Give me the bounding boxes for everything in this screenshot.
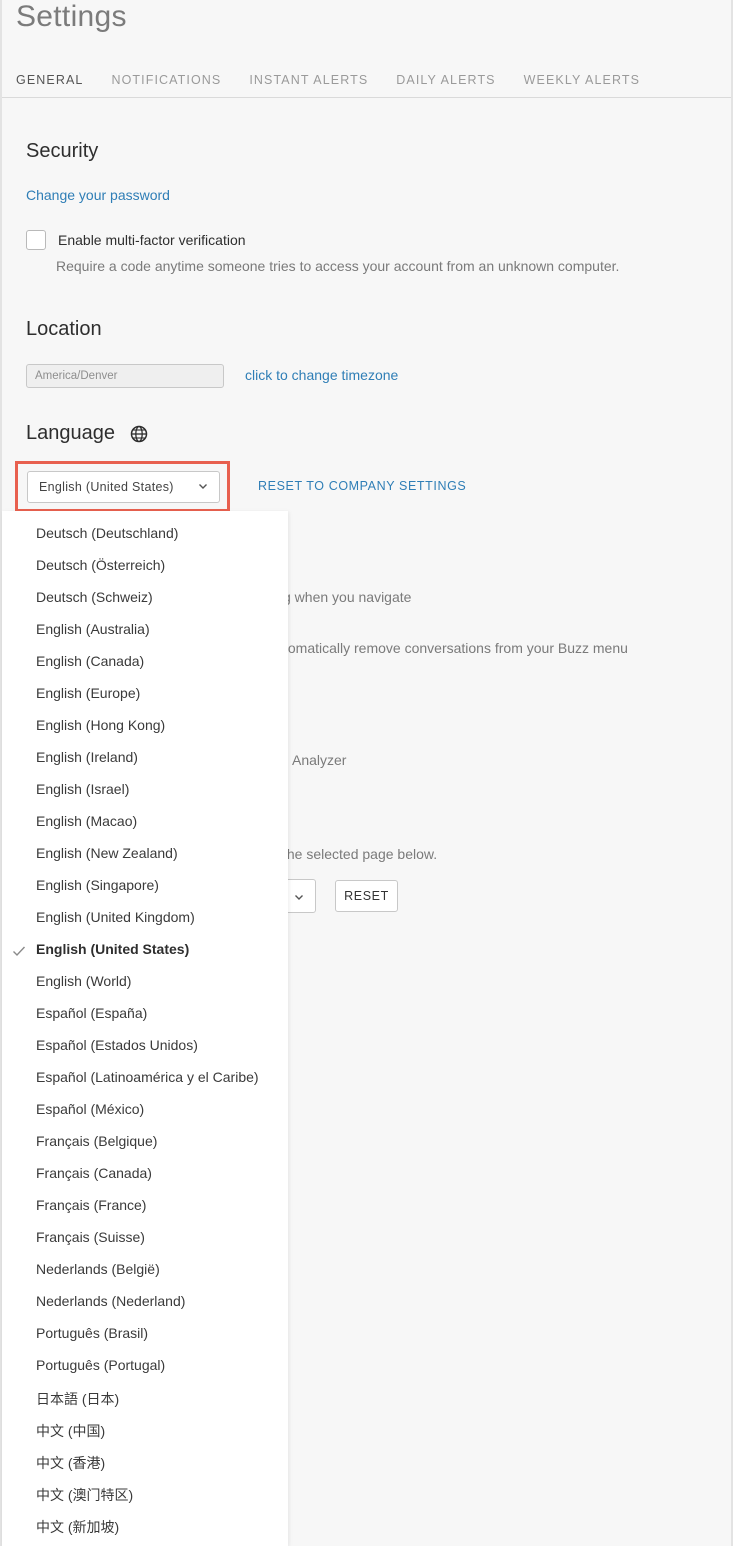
- language-option[interactable]: Nederlands (Nederland): [36, 1293, 185, 1309]
- language-option[interactable]: Español (Estados Unidos): [36, 1037, 198, 1053]
- language-option[interactable]: English (Europe): [36, 685, 140, 701]
- tab-daily-alerts[interactable]: DAILY ALERTS: [396, 73, 495, 87]
- language-heading: Language: [26, 422, 115, 444]
- location-heading: Location: [26, 318, 102, 340]
- tab-notifications[interactable]: NOTIFICATIONS: [111, 73, 221, 87]
- language-option[interactable]: English (Canada): [36, 653, 144, 669]
- obscured-analyzer-text: Analyzer: [292, 752, 347, 768]
- globe-icon: [130, 425, 148, 443]
- language-option[interactable]: English (Singapore): [36, 877, 159, 893]
- timezone-field: America/Denver: [26, 364, 224, 388]
- language-option[interactable]: Nederlands (België): [36, 1261, 160, 1277]
- mfa-checkbox[interactable]: [26, 230, 46, 250]
- language-option[interactable]: English (Macao): [36, 813, 137, 829]
- tab-instant-alerts[interactable]: INSTANT ALERTS: [249, 73, 368, 87]
- change-password-link[interactable]: Change your password: [26, 187, 170, 203]
- mfa-label: Enable multi-factor verification: [58, 232, 246, 248]
- language-option[interactable]: Português (Portugal): [36, 1357, 165, 1373]
- language-select-value: English (United States): [39, 480, 174, 494]
- change-timezone-link[interactable]: click to change timezone: [245, 367, 398, 383]
- language-option[interactable]: Français (France): [36, 1197, 146, 1213]
- checkmark-icon: [13, 946, 26, 957]
- security-heading: Security: [26, 140, 99, 162]
- language-option[interactable]: English (United Kingdom): [36, 909, 195, 925]
- language-option[interactable]: Français (Belgique): [36, 1133, 157, 1149]
- language-option[interactable]: 中文 (香港): [36, 1453, 105, 1473]
- language-option[interactable]: English (New Zealand): [36, 845, 178, 861]
- language-option[interactable]: Português (Brasil): [36, 1325, 148, 1341]
- chevron-down-icon: [295, 895, 303, 900]
- language-option[interactable]: Deutsch (Schweiz): [36, 589, 153, 605]
- obscured-selected-page-text: the selected page below.: [283, 846, 438, 862]
- language-option[interactable]: Español (México): [36, 1101, 144, 1117]
- tab-weekly-alerts[interactable]: WEEKLY ALERTS: [524, 73, 640, 87]
- language-option[interactable]: Español (España): [36, 1005, 147, 1021]
- language-option[interactable]: English (United States): [36, 941, 189, 957]
- language-option[interactable]: Deutsch (Deutschland): [36, 525, 178, 541]
- language-option[interactable]: Español (Latinoamérica y el Caribe): [36, 1069, 259, 1085]
- reset-company-settings-link[interactable]: RESET TO COMPANY SETTINGS: [258, 479, 466, 493]
- tab-divider: [2, 97, 731, 98]
- language-dropdown-menu: Deutsch (Deutschland) Deutsch (Österreich…: [2, 511, 288, 1546]
- language-option[interactable]: English (Australia): [36, 621, 150, 637]
- obscured-buzz-text: tomatically remove conversations from yo…: [284, 640, 628, 656]
- language-option[interactable]: 日本語 (日本): [36, 1389, 119, 1409]
- obscured-navigate-text: g when you navigate: [283, 589, 412, 605]
- page-title: Settings: [16, 0, 127, 33]
- language-option[interactable]: English (Hong Kong): [36, 717, 165, 733]
- chevron-down-icon: [199, 484, 207, 489]
- language-option[interactable]: English (Ireland): [36, 749, 138, 765]
- language-option[interactable]: Deutsch (Österreich): [36, 557, 165, 573]
- mfa-help-text: Require a code anytime someone tries to …: [56, 258, 620, 274]
- language-option[interactable]: English (Israel): [36, 781, 129, 797]
- language-option[interactable]: English (World): [36, 973, 131, 989]
- tab-general[interactable]: GENERAL: [16, 73, 83, 87]
- language-option[interactable]: 中文 (澳门特区): [36, 1485, 133, 1505]
- language-select[interactable]: English (United States): [27, 471, 220, 503]
- settings-tabs: GENERAL NOTIFICATIONS INSTANT ALERTS DAI…: [16, 73, 668, 87]
- reset-button[interactable]: RESET: [335, 880, 398, 912]
- language-option[interactable]: Français (Suisse): [36, 1229, 145, 1245]
- language-option[interactable]: 中文 (中国): [36, 1421, 105, 1441]
- language-option[interactable]: Français (Canada): [36, 1165, 152, 1181]
- language-option[interactable]: 中文 (新加坡): [36, 1517, 119, 1537]
